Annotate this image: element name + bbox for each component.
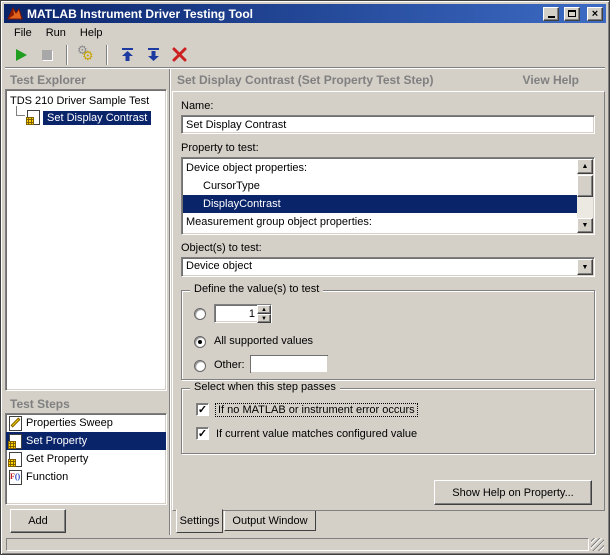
play-icon [16, 49, 27, 61]
property-to-test-label: Property to test: [181, 142, 259, 154]
menu-help[interactable]: Help [73, 25, 110, 41]
listbox-scrollbar[interactable]: ▲ ▼ [577, 159, 593, 233]
stop-icon [42, 50, 52, 60]
property-listbox: Device object properties: CursorType Dis… [181, 157, 595, 235]
other-label[interactable]: Other: [214, 359, 245, 371]
tab-output-window[interactable]: Output Window [224, 511, 316, 531]
spinner-down-button[interactable]: ▼ [257, 314, 271, 323]
name-input[interactable] [181, 115, 595, 134]
test-explorer-tree: TDS 210 Driver Sample Test Set Display C… [5, 89, 167, 391]
get-property-icon [9, 452, 22, 467]
app-window: MATLAB Instrument Driver Testing Tool × … [0, 0, 610, 555]
tab-settings[interactable]: Settings [176, 509, 223, 533]
no-error-checkbox[interactable]: ✓ [196, 403, 209, 416]
value-spinner: ▲ ▼ [214, 304, 272, 323]
tree-root-item[interactable]: TDS 210 Driver Sample Test [10, 95, 149, 107]
no-error-label[interactable]: If no MATLAB or instrument error occurs [215, 403, 418, 417]
scope-settings-button[interactable]: ⚙ ⚙ [75, 44, 99, 66]
other-radio[interactable] [194, 360, 206, 372]
move-up-button[interactable] [115, 44, 139, 66]
value-matches-checkbox[interactable]: ✓ [196, 427, 209, 440]
run-test-button[interactable] [9, 44, 33, 66]
arrow-up-to-bar-icon [120, 47, 135, 62]
define-values-group: Define the value(s) to test ▲ ▼ All supp… [181, 290, 595, 380]
single-value-radio[interactable] [194, 308, 206, 320]
red-x-icon [172, 47, 187, 62]
resize-grip[interactable] [591, 538, 604, 551]
move-down-button[interactable] [141, 44, 165, 66]
test-steps-title: Test Steps [10, 397, 70, 411]
object-dropdown[interactable]: Device object ▼ [181, 257, 595, 277]
objects-to-test-label: Object(s) to test: [181, 242, 262, 254]
menu-bar: File Run Help [5, 24, 605, 42]
maximize-button[interactable] [564, 7, 580, 21]
close-button[interactable]: × [587, 7, 603, 21]
status-bar [6, 538, 589, 551]
arrow-down-from-bar-icon [146, 47, 161, 62]
function-icon: F() [9, 470, 22, 485]
spinner-up-button[interactable]: ▲ [257, 305, 271, 314]
property-item[interactable]: CursorType [183, 177, 577, 195]
property-item-selected[interactable]: DisplayContrast [183, 195, 577, 213]
menu-file[interactable]: File [7, 25, 39, 41]
minimize-icon [548, 16, 555, 18]
step-function[interactable]: F() Function [6, 468, 166, 486]
all-supported-label[interactable]: All supported values [214, 335, 313, 347]
add-button[interactable]: Add [10, 509, 66, 533]
menu-run[interactable]: Run [39, 25, 73, 41]
show-help-on-property-button[interactable]: Show Help on Property... [434, 480, 592, 505]
object-dropdown-value: Device object [186, 260, 252, 272]
properties-sweep-icon [9, 416, 22, 431]
set-property-icon [9, 434, 22, 449]
tree-selected-label: Set Display Contrast [43, 111, 151, 125]
gear-icon: ⚙ ⚙ [77, 45, 97, 65]
tree-selected-item[interactable]: Set Display Contrast [27, 110, 151, 125]
panel-divider [169, 69, 171, 535]
title-bar[interactable]: MATLAB Instrument Driver Testing Tool × [4, 4, 606, 23]
property-item[interactable]: Device object properties: [183, 159, 577, 177]
step-passes-title: Select when this step passes [190, 381, 340, 393]
spinner-buttons: ▲ ▼ [257, 305, 271, 322]
set-property-step-icon [27, 110, 40, 125]
test-steps-list: Properties Sweep Set Property Get Proper… [5, 413, 167, 505]
toolbar-separator [66, 45, 68, 65]
close-icon: × [592, 9, 598, 19]
settings-panel: Name: Property to test: Device object pr… [172, 91, 605, 511]
maximize-icon [568, 10, 576, 17]
minimize-button[interactable] [543, 7, 559, 21]
property-item[interactable]: Measurement group object properties: [183, 213, 577, 231]
detail-header: Set Display Contrast (Set Property Test … [177, 73, 434, 87]
toolbar-separator [106, 45, 108, 65]
window-title: MATLAB Instrument Driver Testing Tool [27, 7, 538, 21]
name-label: Name: [181, 100, 213, 112]
define-values-title: Define the value(s) to test [190, 283, 323, 295]
dropdown-arrow-button[interactable]: ▼ [577, 259, 593, 275]
toolbar: ⚙ ⚙ [5, 42, 605, 68]
other-value-input[interactable] [250, 355, 328, 373]
scrollbar-thumb[interactable] [577, 175, 593, 197]
step-get-property[interactable]: Get Property [6, 450, 166, 468]
scroll-down-button[interactable]: ▼ [577, 218, 593, 233]
delete-button[interactable] [167, 44, 191, 66]
step-properties-sweep[interactable]: Properties Sweep [6, 414, 166, 432]
step-passes-group: Select when this step passes ✓ If no MAT… [181, 388, 595, 454]
all-supported-radio[interactable] [194, 336, 206, 348]
step-set-property[interactable]: Set Property [6, 432, 166, 450]
matlab-logo-icon [7, 6, 23, 21]
spinner-input[interactable] [215, 305, 257, 322]
value-matches-label[interactable]: If current value matches configured valu… [216, 428, 417, 440]
test-explorer-title: Test Explorer [10, 73, 86, 87]
view-help-link[interactable]: View Help [523, 73, 579, 87]
stop-test-button[interactable] [35, 44, 59, 66]
tree-connector-line [16, 106, 25, 116]
scroll-up-button[interactable]: ▲ [577, 159, 593, 174]
